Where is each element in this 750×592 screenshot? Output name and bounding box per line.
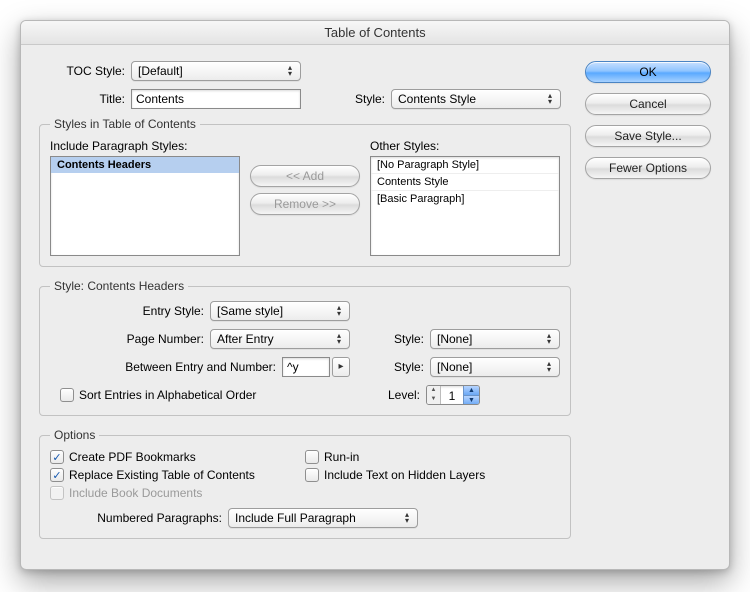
title-input[interactable] xyxy=(131,89,301,109)
sort-checkbox[interactable]: Sort Entries in Alphabetical Order xyxy=(60,388,256,402)
sort-label: Sort Entries in Alphabetical Order xyxy=(79,388,256,402)
checkbox-icon: ✓ xyxy=(50,450,64,464)
page-number-value: After Entry xyxy=(217,332,274,346)
include-hidden-label: Include Text on Hidden Layers xyxy=(324,468,485,482)
numbered-value: Include Full Paragraph xyxy=(235,511,356,525)
updown-icon xyxy=(333,332,345,346)
updown-icon xyxy=(543,332,555,346)
pn-style-value: [None] xyxy=(437,332,472,346)
cancel-button[interactable]: Cancel xyxy=(585,93,711,115)
pn-style-select[interactable]: [None] xyxy=(430,329,560,349)
between-flyout-button[interactable]: ▸ xyxy=(332,357,350,377)
fewer-options-button[interactable]: Fewer Options xyxy=(585,157,711,179)
save-style-button[interactable]: Save Style... xyxy=(585,125,711,147)
window-title: Table of Contents xyxy=(21,21,729,45)
title-style-value: Contents Style xyxy=(398,92,476,106)
include-styles-list[interactable]: Contents Headers xyxy=(50,156,240,256)
entry-style-label: Entry Style: xyxy=(50,304,210,318)
entry-style-select[interactable]: [Same style] xyxy=(210,301,350,321)
stepper-down-icon[interactable]: ▼ xyxy=(463,396,479,405)
other-styles-list[interactable]: [No Paragraph Style] Contents Style [Bas… xyxy=(370,156,560,256)
title-label: Title: xyxy=(39,92,131,106)
toc-style-label: TOC Style: xyxy=(39,64,131,78)
updown-icon xyxy=(543,360,555,374)
ok-button[interactable]: OK xyxy=(585,61,711,83)
create-pdf-label: Create PDF Bookmarks xyxy=(69,450,196,464)
toc-style-select[interactable]: [Default] xyxy=(131,61,301,81)
level-value: 1 xyxy=(441,386,463,404)
stepper-up-icon[interactable]: ▲ xyxy=(463,386,479,396)
include-book-checkbox: Include Book Documents xyxy=(50,486,305,500)
toc-style-value: [Default] xyxy=(138,64,183,78)
level-label: Level: xyxy=(368,388,426,402)
updown-icon xyxy=(401,511,413,525)
between-label: Between Entry and Number: xyxy=(50,360,282,374)
pn-style-label: Style: xyxy=(370,332,430,346)
remove-button[interactable]: Remove >> xyxy=(250,193,360,215)
styles-group: Styles in Table of Contents Include Para… xyxy=(39,117,571,267)
styles-legend: Styles in Table of Contents xyxy=(50,117,200,131)
updown-icon xyxy=(333,304,345,318)
checkbox-icon xyxy=(60,388,74,402)
updown-icon xyxy=(284,64,296,78)
between-input[interactable] xyxy=(282,357,330,377)
level-stepper[interactable]: ▲▼ 1 ▲▼ xyxy=(426,385,480,405)
run-in-label: Run-in xyxy=(324,450,359,464)
list-item[interactable]: Contents Headers xyxy=(51,157,239,173)
include-book-label: Include Book Documents xyxy=(69,486,202,500)
bt-style-select[interactable]: [None] xyxy=(430,357,560,377)
add-button[interactable]: << Add xyxy=(250,165,360,187)
list-item[interactable]: [Basic Paragraph] xyxy=(371,190,559,207)
bt-style-label: Style: xyxy=(370,360,430,374)
checkbox-icon: ✓ xyxy=(50,468,64,482)
page-number-select[interactable]: After Entry xyxy=(210,329,350,349)
style-detail-group: Style: Contents Headers Entry Style: [Sa… xyxy=(39,279,571,416)
replace-toc-checkbox[interactable]: ✓ Replace Existing Table of Contents xyxy=(50,468,305,482)
title-style-select[interactable]: Contents Style xyxy=(391,89,561,109)
updown-icon xyxy=(544,92,556,106)
numbered-select[interactable]: Include Full Paragraph xyxy=(228,508,418,528)
toc-dialog: Table of Contents TOC Style: [Default] T… xyxy=(20,20,730,570)
bt-style-value: [None] xyxy=(437,360,472,374)
options-group: Options ✓ Create PDF Bookmarks Run-in ✓ … xyxy=(39,428,571,539)
style-detail-legend: Style: Contents Headers xyxy=(50,279,188,293)
entry-style-value: [Same style] xyxy=(217,304,283,318)
list-item[interactable]: Contents Style xyxy=(371,173,559,190)
page-number-label: Page Number: xyxy=(50,332,210,346)
run-in-checkbox[interactable]: Run-in xyxy=(305,450,560,464)
options-legend: Options xyxy=(50,428,99,442)
title-style-label: Style: xyxy=(321,92,391,106)
checkbox-icon xyxy=(50,486,64,500)
numbered-label: Numbered Paragraphs: xyxy=(50,511,228,525)
other-styles-label: Other Styles: xyxy=(370,139,560,153)
create-pdf-checkbox[interactable]: ✓ Create PDF Bookmarks xyxy=(50,450,305,464)
include-styles-label: Include Paragraph Styles: xyxy=(50,139,240,153)
include-hidden-checkbox[interactable]: Include Text on Hidden Layers xyxy=(305,468,560,482)
checkbox-icon xyxy=(305,468,319,482)
replace-toc-label: Replace Existing Table of Contents xyxy=(69,468,255,482)
list-item[interactable]: [No Paragraph Style] xyxy=(371,157,559,173)
checkbox-icon xyxy=(305,450,319,464)
